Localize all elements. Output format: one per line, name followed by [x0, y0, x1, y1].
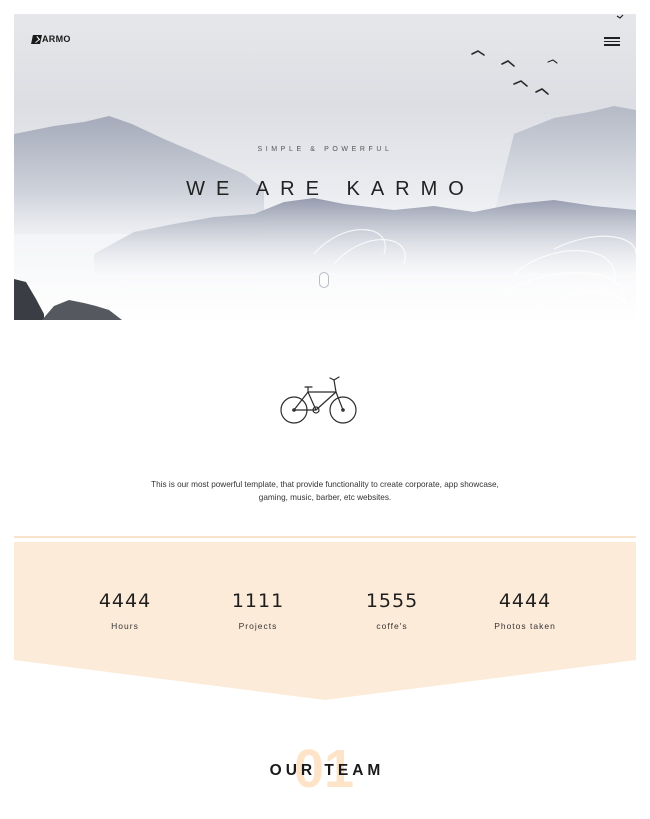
- scroll-mouse-icon[interactable]: [319, 272, 329, 288]
- stat-label: Hours: [111, 621, 139, 631]
- stat-label: Photos taken: [494, 621, 556, 631]
- hero-section: ARMO SIMPLE & POWERFUL WE ARE KARMO: [14, 14, 636, 320]
- hamburger-menu-icon[interactable]: [604, 37, 620, 47]
- stat-hours: 4444 Hours: [65, 590, 185, 631]
- stat-value: 4444: [498, 590, 552, 612]
- brand-logo[interactable]: ARMO: [31, 34, 71, 44]
- stat-photos: 4444 Photos taken: [465, 590, 585, 631]
- bicycle-icon: [280, 376, 357, 424]
- team-section-title: OUR TEAM: [269, 762, 385, 779]
- stat-value: 1555: [365, 590, 419, 612]
- intro-text: This is our most powerful template, that…: [151, 480, 499, 502]
- logo-text: ARMO: [42, 34, 71, 44]
- stat-label: coffe's: [376, 621, 408, 631]
- stat-value: 1111: [231, 590, 285, 612]
- bird-icon: [616, 14, 624, 19]
- stat-coffees: 1555 coffe's: [332, 590, 452, 631]
- birds-flock: [471, 50, 558, 95]
- logo-mark-icon: [31, 34, 42, 44]
- stat-label: Projects: [238, 621, 278, 631]
- stat-value: 4444: [98, 590, 152, 612]
- hero-tagline: SIMPLE & POWERFUL: [257, 146, 393, 153]
- stat-projects: 1111 Projects: [198, 590, 318, 631]
- hero-title: WE ARE KARMO: [186, 178, 475, 200]
